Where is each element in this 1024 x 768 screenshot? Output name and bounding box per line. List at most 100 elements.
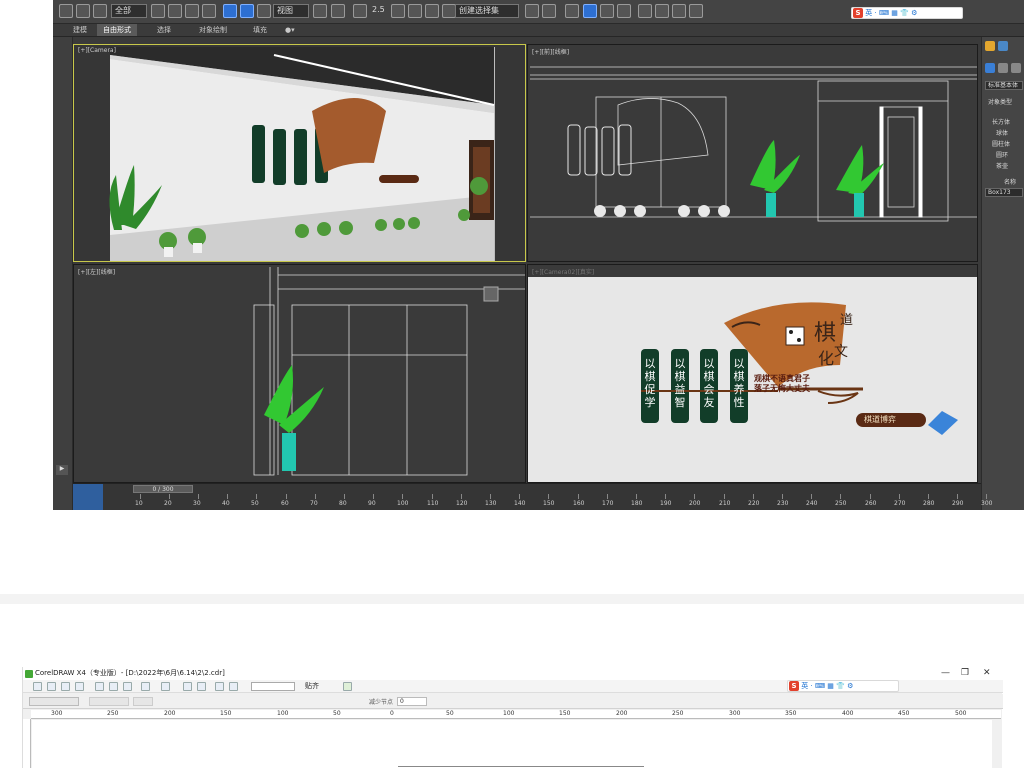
- viewport-label-front[interactable]: [+][前][线框]: [532, 47, 569, 56]
- welcome-screen-icon[interactable]: [229, 682, 238, 691]
- render-setup-icon[interactable]: [655, 4, 669, 18]
- ime-settings-icon-corel[interactable]: ⚙: [847, 682, 853, 690]
- drawing-canvas[interactable]: [32, 720, 992, 768]
- minimize-button[interactable]: —: [941, 667, 950, 680]
- primitive-torus-button[interactable]: 圆环: [996, 150, 1008, 159]
- select-scale-icon[interactable]: [257, 4, 271, 18]
- undo-icon[interactable]: [141, 682, 150, 691]
- curve-editor-icon[interactable]: [600, 4, 614, 18]
- ime-toolbox-icon-corel[interactable]: ▦: [827, 682, 834, 690]
- viewport-label-camera[interactable]: [+][Camera]: [78, 47, 116, 54]
- size-fields[interactable]: [133, 697, 153, 706]
- viewport-label-left[interactable]: [+][左][线框]: [78, 267, 115, 276]
- unlink-icon[interactable]: [76, 4, 90, 18]
- graphite-tools-icon[interactable]: [583, 4, 597, 18]
- render-production-icon[interactable]: [689, 4, 703, 18]
- sogou-ime-icon[interactable]: S: [853, 8, 863, 18]
- timeline-ruler[interactable]: 10 20 30 40 50 60 70 80 90 100 110 120 130 140 150 160 1…: [105, 484, 992, 510]
- options-icon[interactable]: [343, 682, 352, 691]
- align-icon[interactable]: [542, 4, 556, 18]
- open-icon[interactable]: [47, 682, 56, 691]
- ime-mode-label-corel[interactable]: 英: [801, 682, 808, 690]
- close-button[interactable]: ✕: [983, 667, 991, 680]
- layer-manager-icon[interactable]: [565, 4, 579, 18]
- spinner-snap-icon[interactable]: [425, 4, 439, 18]
- ime-keyboard-icon[interactable]: ⌨: [879, 9, 889, 17]
- viewport-camera02[interactable]: [+][Camera02][真实] 以棋促学 以棋益智 以棋会友 以棋养性 棋 …: [527, 264, 978, 483]
- ime-skin-icon[interactable]: 👕: [900, 9, 909, 17]
- print-icon[interactable]: [75, 682, 84, 691]
- ime-punct-icon[interactable]: ·: [874, 9, 876, 17]
- tab-selection[interactable]: 选择: [151, 24, 177, 36]
- preset-dropdown[interactable]: [29, 697, 79, 706]
- object-name-field[interactable]: Box173: [985, 188, 1023, 197]
- percent-snap-icon[interactable]: [408, 4, 422, 18]
- select-object-icon[interactable]: [151, 4, 165, 18]
- link-icon[interactable]: [59, 4, 73, 18]
- create-tab-icon[interactable]: [985, 41, 995, 51]
- pivot-center-icon[interactable]: [313, 4, 327, 18]
- window-crossing-icon[interactable]: [202, 4, 216, 18]
- tab-populate[interactable]: 填充: [247, 24, 273, 36]
- primitive-teapot-button[interactable]: 茶壶: [996, 161, 1008, 170]
- geometry-icon[interactable]: [985, 63, 995, 73]
- edit-named-selection-icon[interactable]: [442, 4, 456, 18]
- viewport-left[interactable]: [+][左][线框]: [73, 264, 526, 483]
- reduce-nodes-input[interactable]: 0: [397, 697, 427, 706]
- save-icon[interactable]: [61, 682, 70, 691]
- redo-icon[interactable]: [161, 682, 170, 691]
- viewport-layout-icon[interactable]: [73, 484, 103, 510]
- ime-toolbox-icon[interactable]: ▦: [891, 9, 898, 17]
- mirror-icon[interactable]: [525, 4, 539, 18]
- import-icon[interactable]: [183, 682, 192, 691]
- ime-skin-icon-corel[interactable]: 👕: [836, 682, 845, 690]
- paste-icon[interactable]: [123, 682, 132, 691]
- select-manipulate-icon[interactable]: [331, 4, 345, 18]
- zoom-level-dropdown[interactable]: [251, 682, 295, 691]
- modify-tab-icon[interactable]: [998, 41, 1008, 51]
- viewport-camera[interactable]: [+][Camera]: [73, 44, 526, 262]
- viewport-label-camera02[interactable]: [+][Camera02][真实]: [532, 267, 594, 276]
- rendered-frame-icon[interactable]: [672, 4, 686, 18]
- play-icon[interactable]: ▶: [56, 465, 68, 475]
- tab-modeling[interactable]: 建模: [67, 24, 93, 36]
- position-fields[interactable]: [89, 697, 129, 706]
- new-document-icon[interactable]: [33, 682, 42, 691]
- viewport-front[interactable]: [+][前][线框]: [527, 44, 978, 262]
- selection-filter-dropdown[interactable]: 全部: [111, 4, 147, 18]
- select-move-icon[interactable]: [223, 4, 237, 18]
- bind-space-warp-icon[interactable]: [93, 4, 107, 18]
- ime-punct-icon-corel[interactable]: ·: [810, 682, 812, 690]
- primitive-box-button[interactable]: 长方体: [992, 117, 1010, 126]
- vertical-ruler[interactable]: [23, 719, 31, 768]
- export-icon[interactable]: [197, 682, 206, 691]
- select-by-name-icon[interactable]: [168, 4, 182, 18]
- ime-toolbar[interactable]: S 英 · ⌨ ▦ 👕 ⚙: [851, 7, 963, 19]
- ribbon-options-icon[interactable]: ●▾: [279, 24, 301, 36]
- app-launcher-icon[interactable]: [215, 682, 224, 691]
- material-editor-icon[interactable]: [638, 4, 652, 18]
- primitive-sphere-button[interactable]: 球体: [996, 128, 1008, 137]
- keyboard-shortcut-icon[interactable]: [353, 4, 367, 18]
- maximize-button[interactable]: ❐: [961, 667, 969, 680]
- lights-icon[interactable]: [1011, 63, 1021, 73]
- ime-keyboard-icon-corel[interactable]: ⌨: [815, 682, 825, 690]
- horizontal-ruler[interactable]: 300 250 200 150 100 50 0 50 100 150 200 250 300 350 40…: [31, 710, 1001, 719]
- copy-icon[interactable]: [109, 682, 118, 691]
- ref-coord-dropdown[interactable]: 视图: [273, 4, 309, 18]
- primitive-cylinder-button[interactable]: 圆柱体: [992, 139, 1010, 148]
- named-selection-dropdown[interactable]: 创建选择集: [455, 4, 519, 18]
- rectangle-selection-icon[interactable]: [185, 4, 199, 18]
- select-rotate-icon[interactable]: [240, 4, 254, 18]
- snap-to-dropdown[interactable]: 贴齐: [305, 681, 319, 691]
- shapes-icon[interactable]: [998, 63, 1008, 73]
- ime-mode-label[interactable]: 英: [865, 9, 872, 17]
- snap-toggle[interactable]: 2.5: [369, 4, 389, 18]
- sogou-ime-icon-corel[interactable]: S: [789, 681, 799, 691]
- ime-settings-icon[interactable]: ⚙: [911, 9, 917, 17]
- category-dropdown[interactable]: 标准基本体: [985, 81, 1023, 90]
- tab-object-paint[interactable]: 对象绘制: [193, 24, 233, 36]
- cut-icon[interactable]: [95, 682, 104, 691]
- ime-toolbar-corel[interactable]: S 英 · ⌨ ▦ 👕 ⚙: [787, 680, 899, 692]
- angle-snap-icon[interactable]: [391, 4, 405, 18]
